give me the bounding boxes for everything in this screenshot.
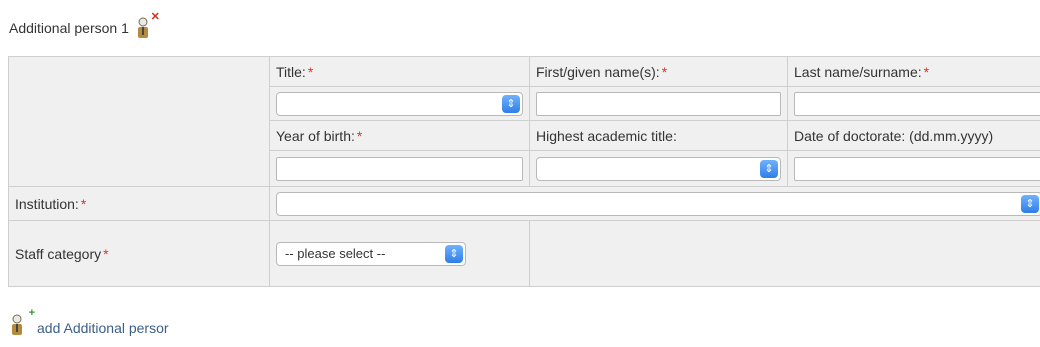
add-person-label[interactable]: add Additional persor	[37, 320, 169, 336]
form-empty-cell	[8, 56, 270, 187]
remove-person-icon[interactable]: ✕	[135, 12, 160, 39]
staff-category-empty-cell	[529, 220, 1040, 287]
institution-label: Institution: *	[8, 186, 270, 221]
last-name-label: Last name/surname: *	[787, 56, 1040, 87]
last-name-input[interactable]	[794, 91, 1040, 116]
highest-academic-title-label: Highest academic title:	[529, 120, 788, 151]
select-arrows-icon: ⇕	[760, 159, 778, 178]
add-person-icon: +	[9, 308, 35, 336]
date-of-doctorate-label: Date of doctorate: (dd.mm.yyyy)	[787, 120, 1040, 151]
academic-title-select[interactable]: ⇕	[536, 156, 781, 181]
date-of-doctorate-input[interactable]	[794, 156, 1040, 181]
institution-select[interactable]: ⇕	[276, 191, 1040, 216]
staff-category-label: Staff category *	[8, 220, 270, 287]
section-title: Additional person 1	[9, 20, 129, 36]
first-name-input[interactable]	[536, 91, 781, 116]
select-arrows-icon: ⇕	[502, 94, 520, 113]
year-of-birth-label: Year of birth: *	[269, 120, 530, 151]
title-label: Title: *	[269, 56, 530, 87]
select-arrows-icon: ⇕	[445, 244, 463, 263]
section-heading: Additional person 1 ✕	[9, 12, 160, 39]
first-name-label: First/given name(s): *	[529, 56, 788, 87]
add-person-link[interactable]: + add Additional persor	[9, 308, 169, 336]
year-of-birth-input[interactable]	[276, 156, 523, 181]
person-form: Title: * First/given name(s): * Last name/…	[8, 56, 1040, 287]
title-select[interactable]: ⇕	[276, 91, 523, 116]
select-arrows-icon: ⇕	[1021, 194, 1039, 213]
staff-category-select[interactable]: -- please select -- ⇕	[276, 241, 466, 266]
